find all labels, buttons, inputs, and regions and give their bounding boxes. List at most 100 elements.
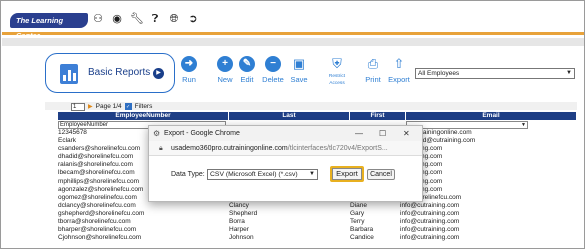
- header-icons: ⚇ ◉ 🔧︎ ❓︎ 🌐︎ ➲: [92, 13, 199, 25]
- maximize-icon[interactable]: ☐: [379, 126, 386, 141]
- cell-employeenumber: mphillips@shorelinefcu.com: [58, 177, 140, 185]
- employee-select-value: All Employees: [418, 70, 460, 77]
- cell-employeenumber: ogomez@shorelinefcu.com: [58, 193, 137, 201]
- table-row[interactable]: gshepherd@shorelinefcu.com Shepherd Gary in…: [58, 210, 578, 218]
- data-type-select[interactable]: CSV (Microsoft Excel) (*.csv) ▼: [207, 169, 318, 180]
- page-select[interactable]: 1: [71, 102, 85, 111]
- print-button[interactable]: ⎙ Print: [363, 56, 383, 84]
- top-header: The Learning Center ⚇ ◉ 🔧︎ ❓︎ 🌐︎ ➲: [2, 2, 584, 40]
- chevron-down-icon: ▼: [309, 171, 315, 177]
- url-host: usademo360pro.cutrainingonline.com: [171, 145, 288, 152]
- arrow-right-icon: ➜: [181, 56, 197, 72]
- divider-strip: [2, 38, 584, 46]
- table-row[interactable]: dclancy@shorelinefcu.com Clancy Diane info@…: [58, 202, 578, 210]
- filter-value: EmployeeNumber: [60, 122, 109, 128]
- export-toolbar-button[interactable]: ⇧ Export: [387, 56, 411, 84]
- shield-icon: ⛨: [332, 56, 342, 71]
- filters-checkbox[interactable]: ✓: [124, 103, 132, 110]
- restrict-label: Restrict: [328, 74, 346, 79]
- dialog-titlebar: ⚙ Export - Google Chrome — ☐ ✕: [149, 126, 422, 141]
- new-button[interactable]: + New: [215, 56, 235, 84]
- chevron-down-icon: ▼: [566, 70, 572, 76]
- cell-email: info@cutraining.com: [400, 226, 460, 234]
- cell-first: Diane: [350, 201, 367, 209]
- data-type-label: Data Type:: [171, 171, 205, 178]
- employee-select[interactable]: All Employees ▼: [415, 68, 575, 79]
- export-button[interactable]: Export: [330, 166, 364, 182]
- edit-button[interactable]: ✎ Edit: [237, 56, 257, 84]
- column-header-label: Email: [482, 112, 500, 119]
- cell-employeenumber: tborra@shorelinefcu.com: [58, 218, 131, 226]
- filter-select-email[interactable]: ▼: [406, 121, 528, 129]
- cell-employeenumber: bharper@shorelinefcu.com: [58, 226, 137, 234]
- wrench-icon[interactable]: 🔧︎: [130, 13, 144, 25]
- printer-icon: ⎙: [367, 56, 379, 71]
- table-row[interactable]: tborra@shorelinefcu.com Borra Terry info@cu…: [58, 218, 578, 226]
- globe-icon[interactable]: 🌐︎: [168, 13, 180, 25]
- table-row[interactable]: bharper@shorelinefcu.com Harper Barbara inf…: [58, 226, 578, 234]
- cell-employeenumber: Eclark: [58, 137, 77, 145]
- pencil-icon: ✎: [239, 56, 255, 72]
- column-header-employeenumber[interactable]: EmployeeNumber: [58, 112, 228, 120]
- cell-employeenumber: dhadid@shorelinefcu.com: [58, 153, 134, 161]
- delete-label: Delete: [262, 75, 284, 84]
- cell-first: Barbara: [350, 226, 374, 234]
- cell-employeenumber: ralanis@shorelinefcu.com: [58, 161, 133, 169]
- floppy-icon: ▣: [292, 56, 306, 71]
- report-title: Basic Reports: [88, 67, 151, 78]
- access-label: Access: [329, 81, 345, 86]
- plus-icon: +: [217, 56, 233, 72]
- dialog-url-bar: 🔒︎ usademo360pro.cutrainingonline.com/tl…: [149, 141, 422, 156]
- edit-label: Edit: [240, 75, 254, 84]
- column-header-label: First: [370, 112, 385, 119]
- column-header-last[interactable]: Last: [229, 112, 349, 120]
- table-row[interactable]: Cjohnson@shorelinefcu.com Johnson Candice i…: [58, 234, 578, 242]
- cell-employeenumber: agonzalez@shorelinefcu.com: [58, 185, 144, 193]
- logout-icon[interactable]: ➲: [187, 13, 199, 25]
- cancel-button[interactable]: Cancel: [367, 169, 395, 180]
- cell-first: Terry: [350, 218, 365, 226]
- cell-first: Gary: [350, 209, 365, 217]
- cell-last: Borra: [229, 218, 245, 226]
- delete-button[interactable]: − Delete: [261, 56, 285, 84]
- pager: 1 ▶ Page 1/4 ✓ Filters: [71, 102, 152, 111]
- cell-last: Johnson: [229, 234, 254, 242]
- logo[interactable]: The Learning Center: [10, 13, 88, 40]
- cell-email: info@cutraining.com: [400, 209, 460, 217]
- help-icon[interactable]: ❓︎: [149, 13, 161, 25]
- play-icon[interactable]: ▶: [153, 68, 164, 79]
- upload-icon: ⇧: [393, 56, 405, 71]
- cell-employeenumber: lbecam@shorelinefcu.com: [58, 169, 135, 177]
- close-icon[interactable]: ✕: [403, 126, 410, 141]
- cell-employeenumber: Cjohnson@shorelinefcu.com: [58, 234, 142, 242]
- column-header-email[interactable]: Email: [406, 112, 576, 120]
- bar-chart-icon: [60, 64, 78, 84]
- export-dialog: ⚙ Export - Google Chrome — ☐ ✕ 🔒︎ usadem…: [148, 125, 423, 202]
- column-header-label: Last: [282, 112, 296, 119]
- run-button[interactable]: ➜ Run: [179, 56, 199, 84]
- cell-last: Shepherd: [229, 209, 258, 217]
- app-window: The Learning Center ⚇ ◉ 🔧︎ ❓︎ 🌐︎ ➲ Basic…: [0, 0, 585, 249]
- print-label: Print: [365, 75, 381, 84]
- column-header-first[interactable]: First: [350, 112, 405, 120]
- dialog-title: Export - Google Chrome: [164, 130, 240, 137]
- lock-icon: 🔒︎: [159, 145, 163, 152]
- cell-last: Clancy: [229, 201, 249, 209]
- restrict-access-button[interactable]: ⛨ Restrict Access: [325, 56, 349, 86]
- cell-email: info@cutraining.com: [400, 218, 460, 226]
- data-type-value: CSV (Microsoft Excel) (*.csv): [210, 171, 298, 178]
- save-label: Save: [290, 75, 308, 84]
- column-header-label: EmployeeNumber: [115, 112, 171, 119]
- minimize-icon[interactable]: —: [355, 126, 363, 141]
- user-circle-icon[interactable]: ◉: [111, 13, 123, 25]
- cell-email: info@cutraining.com: [400, 201, 460, 209]
- logo-text: The Learning Center: [16, 16, 64, 40]
- url-path: /tlcinterfaces/tlc720v4/ExportS...: [287, 145, 388, 152]
- cell-first: Candice: [350, 234, 374, 242]
- users-icon[interactable]: ⚇: [92, 13, 104, 25]
- url-text[interactable]: usademo360pro.cutrainingonline.com/tlcin…: [171, 141, 388, 156]
- save-button[interactable]: ▣ Save: [289, 56, 309, 84]
- cell-employeenumber: 12345678: [58, 129, 87, 136]
- next-page-icon[interactable]: ▶: [88, 103, 93, 110]
- chevron-down-icon: ▼: [521, 122, 526, 128]
